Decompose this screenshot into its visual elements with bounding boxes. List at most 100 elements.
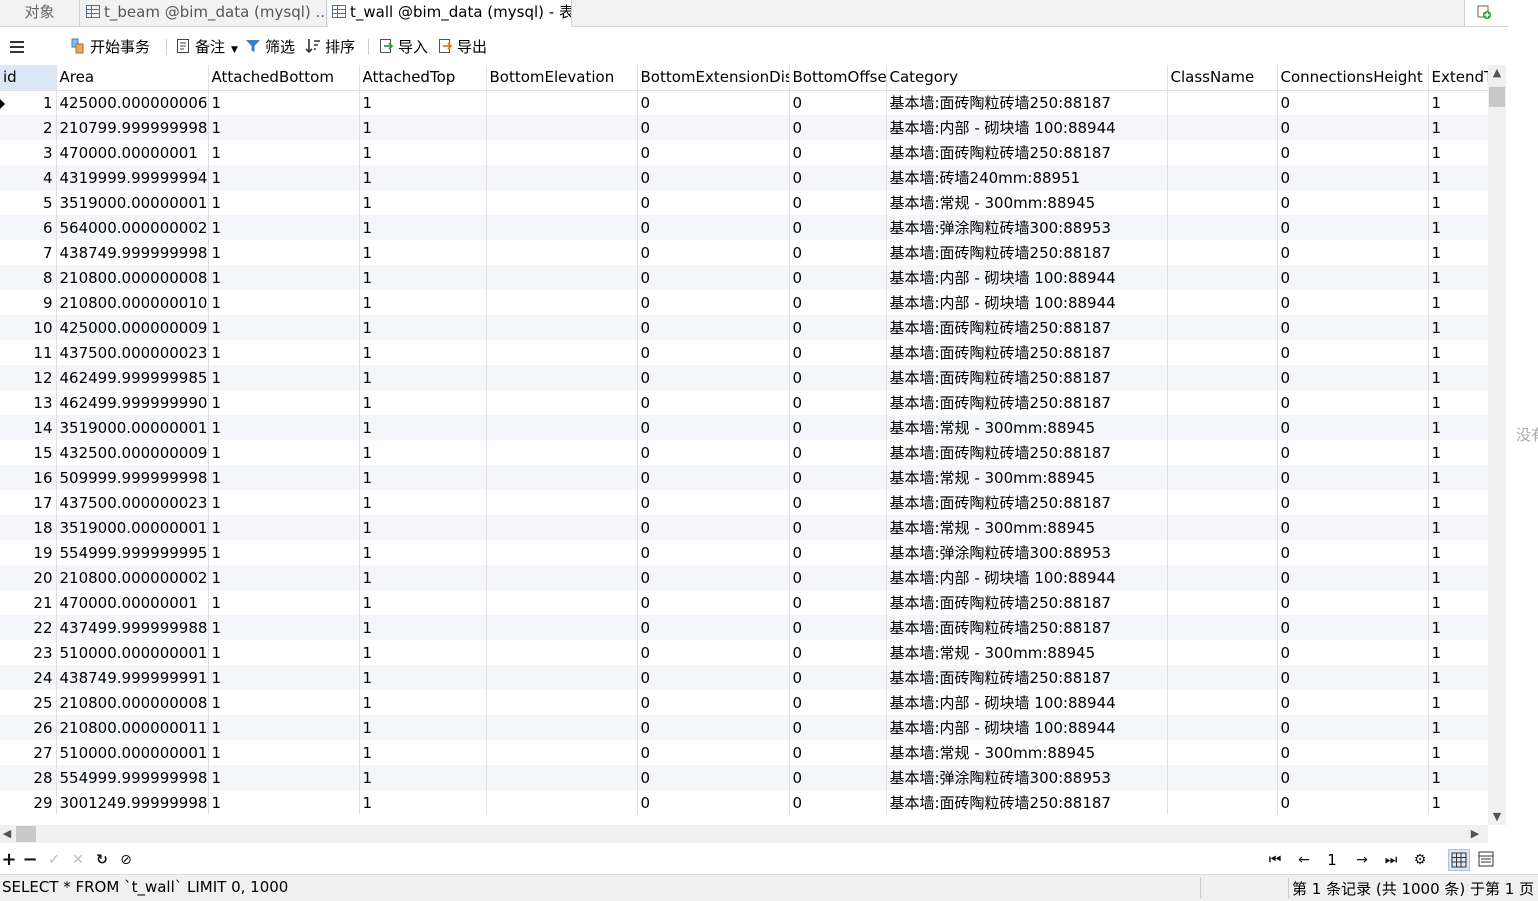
table-cell[interactable]: 16 [0, 465, 57, 490]
table-cell[interactable]: 1 [208, 740, 360, 765]
table-cell[interactable]: 0 [637, 290, 790, 315]
plus-icon[interactable]: + [0, 851, 18, 869]
table-cell[interactable]: 0 [1277, 640, 1429, 665]
table-cell[interactable]: 0 [1277, 390, 1429, 415]
table-row[interactable]: 28 554999.9999999988 1 1 0 0 基本墙:弹涂陶粒砖墙300:889… [0, 765, 1488, 790]
table-cell[interactable]: 1 [359, 540, 487, 565]
table-cell[interactable]: 1 [1428, 640, 1488, 665]
table-cell[interactable]: 1 [1428, 165, 1488, 190]
table-cell[interactable] [1167, 740, 1278, 765]
table-cell[interactable] [1167, 165, 1278, 190]
table-cell[interactable]: 基本墙:面砖陶粒砖墙250:88187 [886, 790, 1168, 814]
table-cell[interactable]: 13 [0, 390, 57, 415]
table-row[interactable]: 2 210799.9999999987 1 1 0 0 基本墙:内部 - 砌块墙 100:8… [0, 115, 1488, 140]
scroll-up-icon[interactable]: ▲ [1488, 65, 1506, 81]
table-cell[interactable]: 0 [1277, 715, 1429, 740]
table-cell[interactable] [1167, 565, 1278, 590]
table-cell[interactable]: 0 [789, 515, 887, 540]
table-cell[interactable]: 1 [359, 765, 487, 790]
table-cell[interactable]: 0 [1277, 240, 1429, 265]
table-cell[interactable]: 基本墙:面砖陶粒砖墙250:88187 [886, 240, 1168, 265]
table-cell[interactable]: 438749.9999999982 [56, 240, 209, 265]
table-cell[interactable]: 基本墙:常规 - 300mm:88945 [886, 190, 1168, 215]
table-cell[interactable] [1167, 265, 1278, 290]
table-cell[interactable]: 0 [789, 690, 887, 715]
table-cell[interactable] [486, 265, 638, 290]
table-row[interactable]: 20 210800.0000000024 1 1 0 0 基本墙:内部 - 砌块墙 100:… [0, 565, 1488, 590]
table-row[interactable]: 29 3001249.999999988 1 1 0 0 基本墙:面砖陶粒砖墙250:881… [0, 790, 1488, 814]
table-cell[interactable]: 0 [637, 765, 790, 790]
grid-view-button[interactable] [1448, 849, 1470, 871]
table-cell[interactable]: 1 [359, 640, 487, 665]
table-cell[interactable]: 0 [637, 315, 790, 340]
table-cell[interactable]: 1 [359, 615, 487, 640]
table-cell[interactable]: 1 [359, 315, 487, 340]
column-header[interactable]: BottomExtensionDis [637, 65, 790, 91]
table-cell[interactable]: 1 [208, 790, 360, 814]
table-cell[interactable]: 1 [1428, 590, 1488, 615]
table-cell[interactable]: 210800.0000000102 [56, 290, 209, 315]
table-cell[interactable]: 0 [637, 665, 790, 690]
table-row[interactable]: 3 470000.00000001 1 1 0 0 基本墙:面砖陶粒砖墙250:88187 0… [0, 140, 1488, 165]
table-cell[interactable]: 0 [1277, 190, 1429, 215]
table-cell[interactable]: 0 [1277, 515, 1429, 540]
table-cell[interactable]: 基本墙:面砖陶粒砖墙250:88187 [886, 340, 1168, 365]
table-cell[interactable] [486, 290, 638, 315]
table-cell[interactable]: 1 [1428, 215, 1488, 240]
table-cell[interactable]: 210800.0000000089 [56, 265, 209, 290]
table-cell[interactable]: 0 [637, 140, 790, 165]
table-cell[interactable]: 1 [208, 265, 360, 290]
table-cell[interactable]: 1 [208, 615, 360, 640]
table-cell[interactable]: 509999.9999999987 [56, 465, 209, 490]
table-cell[interactable]: 0 [637, 440, 790, 465]
table-cell[interactable] [486, 90, 638, 115]
column-header[interactable]: Category [886, 65, 1168, 91]
table-cell[interactable]: 0 [637, 740, 790, 765]
filter-button[interactable]: 筛选 [245, 37, 295, 57]
table-cell[interactable] [486, 415, 638, 440]
table-cell[interactable]: 1 [359, 215, 487, 240]
column-header[interactable]: ConnectionsHeight [1277, 65, 1429, 91]
table-cell[interactable]: 0 [637, 490, 790, 515]
table-cell[interactable]: 438749.9999999912 [56, 665, 209, 690]
table-cell[interactable]: 0 [789, 290, 887, 315]
table-cell[interactable]: 0 [789, 190, 887, 215]
table-cell[interactable]: 432500.0000000094 [56, 440, 209, 465]
table-cell[interactable]: 1 [208, 540, 360, 565]
table-cell[interactable]: 1 [208, 240, 360, 265]
tab-t-beam[interactable]: t_beam @bim_data (mysql) ... [80, 0, 327, 26]
table-cell[interactable]: 1 [208, 515, 360, 540]
table-cell[interactable] [486, 565, 638, 590]
table-cell[interactable] [1167, 365, 1278, 390]
table-cell[interactable]: 10 [0, 315, 57, 340]
table-cell[interactable] [1167, 115, 1278, 140]
table-cell[interactable]: 11 [0, 340, 57, 365]
table-cell[interactable]: 1 [1428, 615, 1488, 640]
table-row[interactable]: 14 3519000.000000012 1 1 0 0 基本墙:常规 - 300mm:88… [0, 415, 1488, 440]
table-cell[interactable]: 1 [208, 765, 360, 790]
table-cell[interactable] [486, 715, 638, 740]
table-cell[interactable]: 0 [1277, 115, 1429, 140]
table-cell[interactable] [1167, 690, 1278, 715]
table-cell[interactable]: 1 [359, 140, 487, 165]
table-row[interactable]: 23 510000.0000000017 1 1 0 0 基本墙:常规 - 300mm:88… [0, 640, 1488, 665]
table-cell[interactable]: 1 [1428, 540, 1488, 565]
table-cell[interactable]: 0 [637, 465, 790, 490]
table-cell[interactable] [486, 665, 638, 690]
table-cell[interactable]: 0 [789, 165, 887, 190]
table-cell[interactable]: 0 [789, 390, 887, 415]
table-cell[interactable]: 1 [359, 740, 487, 765]
table-cell[interactable]: 1 [208, 290, 360, 315]
last-page-icon[interactable]: ⏭ [1382, 851, 1400, 869]
table-cell[interactable]: 1 [1428, 90, 1488, 115]
table-cell[interactable]: 1 [1428, 690, 1488, 715]
table-cell[interactable]: 24 [0, 665, 57, 690]
begin-transaction-button[interactable]: 开始事务 [70, 37, 150, 57]
table-cell[interactable]: 20 [0, 565, 57, 590]
table-cell[interactable]: 19 [0, 540, 57, 565]
table-cell[interactable]: 437500.0000000235 [56, 490, 209, 515]
table-cell[interactable]: 0 [1277, 140, 1429, 165]
table-cell[interactable]: 0 [789, 90, 887, 115]
table-row[interactable]: 22 437499.9999999887 1 1 0 0 基本墙:面砖陶粒砖墙250:881… [0, 615, 1488, 640]
table-row[interactable]: 27 510000.0000000017 1 1 0 0 基本墙:常规 - 300mm:88… [0, 740, 1488, 765]
